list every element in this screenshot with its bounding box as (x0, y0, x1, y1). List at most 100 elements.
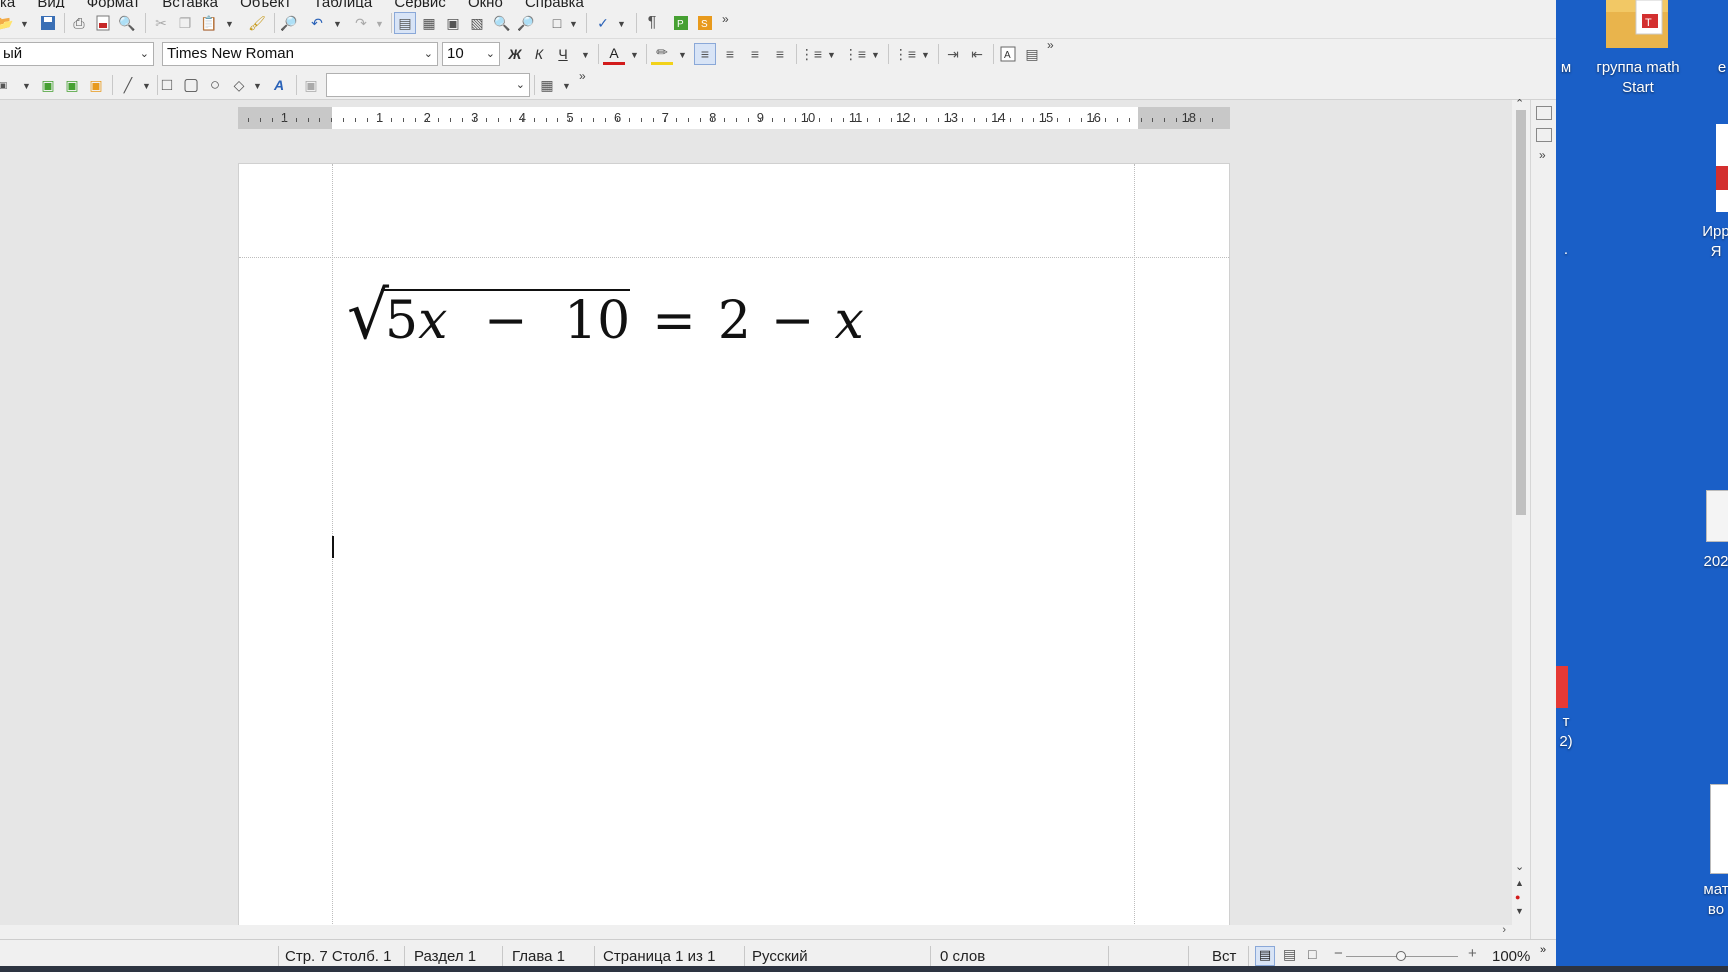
font-color-icon[interactable]: A (603, 43, 625, 65)
spellcheck-icon[interactable]: ✓ (592, 12, 614, 34)
character-format-icon[interactable]: A (997, 43, 1019, 65)
macro-s-icon[interactable]: S (694, 12, 716, 34)
single-page-view-icon[interactable]: ▤ (1255, 946, 1275, 966)
decrease-indent-icon[interactable]: ⇤ (966, 43, 988, 65)
insert-frame-icon[interactable]: □ (546, 12, 568, 34)
zoom-slider-knob[interactable] (1396, 951, 1406, 961)
cut-icon[interactable]: ✂ (150, 12, 172, 34)
sidebar-overflow-icon[interactable]: » (1539, 148, 1546, 162)
insert-field-p-icon[interactable]: ▣ (37, 74, 59, 96)
underline-dropdown-icon[interactable]: ▼ (581, 50, 590, 60)
insert-mode[interactable]: Вст (1212, 948, 1236, 965)
toggle-extrusion-icon[interactable]: ▣ (300, 74, 322, 96)
horizontal-ruler[interactable]: 11234567891011121314151618 (238, 107, 1230, 129)
app-icon[interactable] (1556, 666, 1568, 708)
insert-image-icon[interactable]: ▣ (442, 12, 464, 34)
outline-list-dropdown-icon[interactable]: ▼ (921, 50, 930, 60)
find-replace-icon[interactable]: 🔎 (278, 12, 300, 34)
export-pdf-icon[interactable] (92, 12, 114, 34)
navigator-icon[interactable]: 🔎 (515, 12, 537, 34)
zoom-in-icon[interactable]: + (1468, 945, 1477, 962)
styles-icon[interactable] (1536, 128, 1552, 142)
insert-field-s-icon[interactable]: ▣ (85, 74, 107, 96)
font-name-combo[interactable]: Times New Roman ⌄ (162, 42, 438, 66)
bullet-list-icon[interactable]: ⋮≡ (800, 43, 822, 65)
basic-shapes-icon[interactable]: ◇ (228, 74, 250, 96)
outline-list-icon[interactable]: ⋮≡ (894, 43, 916, 65)
font-size-combo[interactable]: 10 ⌄ (442, 42, 500, 66)
insert-chart-icon[interactable]: ▧ (466, 12, 488, 34)
page-layout-icon[interactable]: ▤ (394, 12, 416, 34)
undo-dropdown-icon[interactable]: ▼ (333, 19, 342, 29)
highlight-color-icon[interactable]: ✏ (651, 43, 673, 65)
paragraph-style-combo[interactable]: ый ⌄ (0, 42, 154, 66)
multi-page-view-icon[interactable]: ▤ (1283, 946, 1296, 963)
align-right-button[interactable]: ≡ (744, 43, 766, 65)
scroll-down-icon[interactable]: ⌄ (1515, 860, 1524, 873)
paste-icon[interactable]: 📋 (198, 12, 220, 34)
insert-field-icon[interactable]: ▣ (61, 74, 83, 96)
zoom-percentage[interactable]: 100% (1492, 948, 1530, 965)
vertical-scrollbar[interactable]: ⌃ ⌄ ▲ ● ▼ (1512, 98, 1530, 925)
folder-icon[interactable]: T (1606, 0, 1668, 50)
navigation-target-icon[interactable]: ● (1515, 892, 1520, 902)
previous-page-icon[interactable]: ▲ (1515, 878, 1524, 888)
document-page[interactable]: √ 5x − 10 = 2 − x (238, 163, 1230, 925)
page-indicator[interactable]: Страница 1 из 1 (603, 948, 715, 965)
table-dropdown-icon[interactable]: ▼ (562, 81, 571, 91)
word-count[interactable]: 0 слов (940, 948, 985, 965)
redo-icon[interactable]: ↷ (350, 12, 372, 34)
desktop-icon-label[interactable]: м (1556, 58, 1576, 78)
macro-p-icon[interactable]: P (670, 12, 692, 34)
increase-indent-icon[interactable]: ⇥ (942, 43, 964, 65)
paragraph-format-icon[interactable]: ▤ (1021, 43, 1043, 65)
numbered-list-icon[interactable]: ⋮≡ (844, 43, 866, 65)
cursor-position[interactable]: Стр. 7 Столб. 1 (285, 948, 391, 965)
style-name-combo[interactable]: ⌄ (326, 73, 530, 97)
zoom-icon[interactable]: 🔍 (491, 12, 513, 34)
rectangle-icon[interactable]: □ (156, 74, 178, 96)
highlight-dropdown-icon[interactable]: ▼ (678, 50, 687, 60)
properties-icon[interactable] (1536, 106, 1552, 120)
bold-button[interactable]: Ж (504, 43, 526, 65)
redo-dropdown-icon[interactable]: ▼ (375, 19, 384, 29)
desktop-icon-label[interactable]: группа math Start (1586, 58, 1690, 98)
numbered-list-dropdown-icon[interactable]: ▼ (871, 50, 880, 60)
undo-icon[interactable]: ↶ (306, 12, 328, 34)
spellcheck-dropdown-icon[interactable]: ▼ (617, 19, 626, 29)
save-icon[interactable] (37, 12, 59, 34)
rounded-rectangle-icon[interactable]: ▢ (180, 74, 202, 96)
scroll-right-icon[interactable]: › (1502, 924, 1506, 936)
fontwork-icon[interactable]: A (268, 74, 290, 96)
desktop-icon-label[interactable]: Ирр Я (1696, 222, 1728, 262)
document-icon[interactable] (1710, 784, 1728, 874)
open-icon[interactable]: 📂 (0, 12, 16, 34)
formatting-marks-icon[interactable]: ¶ (641, 12, 663, 34)
overflow-icon[interactable]: » (1540, 944, 1546, 956)
table-icon[interactable]: ▦ (536, 74, 558, 96)
print-preview-icon[interactable]: 🔍 (116, 12, 138, 34)
overflow-icon[interactable]: » (722, 12, 729, 26)
scrollbar-thumb[interactable] (1516, 110, 1526, 515)
desktop-icon-label[interactable]: 202 (1696, 552, 1728, 572)
line-dropdown-icon[interactable]: ▼ (142, 81, 151, 91)
underline-button[interactable]: Ч (552, 43, 574, 65)
bullet-list-dropdown-icon[interactable]: ▼ (827, 50, 836, 60)
insert-object-icon[interactable]: ▣ (0, 74, 14, 96)
book-view-icon[interactable]: □ (1308, 946, 1316, 962)
desktop-icon-label[interactable]: . (1556, 240, 1576, 260)
clone-formatting-icon[interactable]: 🖌 (246, 12, 268, 34)
object-dropdown-icon[interactable]: ▼ (22, 81, 31, 91)
overflow-icon[interactable]: » (1047, 38, 1054, 52)
desktop-icon-label[interactable]: е (1712, 58, 1728, 78)
zoom-out-icon[interactable]: − (1334, 945, 1343, 962)
print-icon[interactable]: ⎙ (68, 12, 90, 34)
shapes-dropdown-icon[interactable]: ▼ (253, 81, 262, 91)
desktop-icon-label[interactable]: мат во (1696, 880, 1728, 920)
ellipse-icon[interactable]: ○ (204, 74, 226, 96)
open-dropdown-icon[interactable]: ▼ (20, 19, 29, 29)
document-icon[interactable] (1716, 124, 1728, 212)
copy-icon[interactable]: ❐ (174, 12, 196, 34)
overflow-icon[interactable]: » (579, 69, 586, 83)
align-left-button[interactable]: ≡ (694, 43, 716, 65)
